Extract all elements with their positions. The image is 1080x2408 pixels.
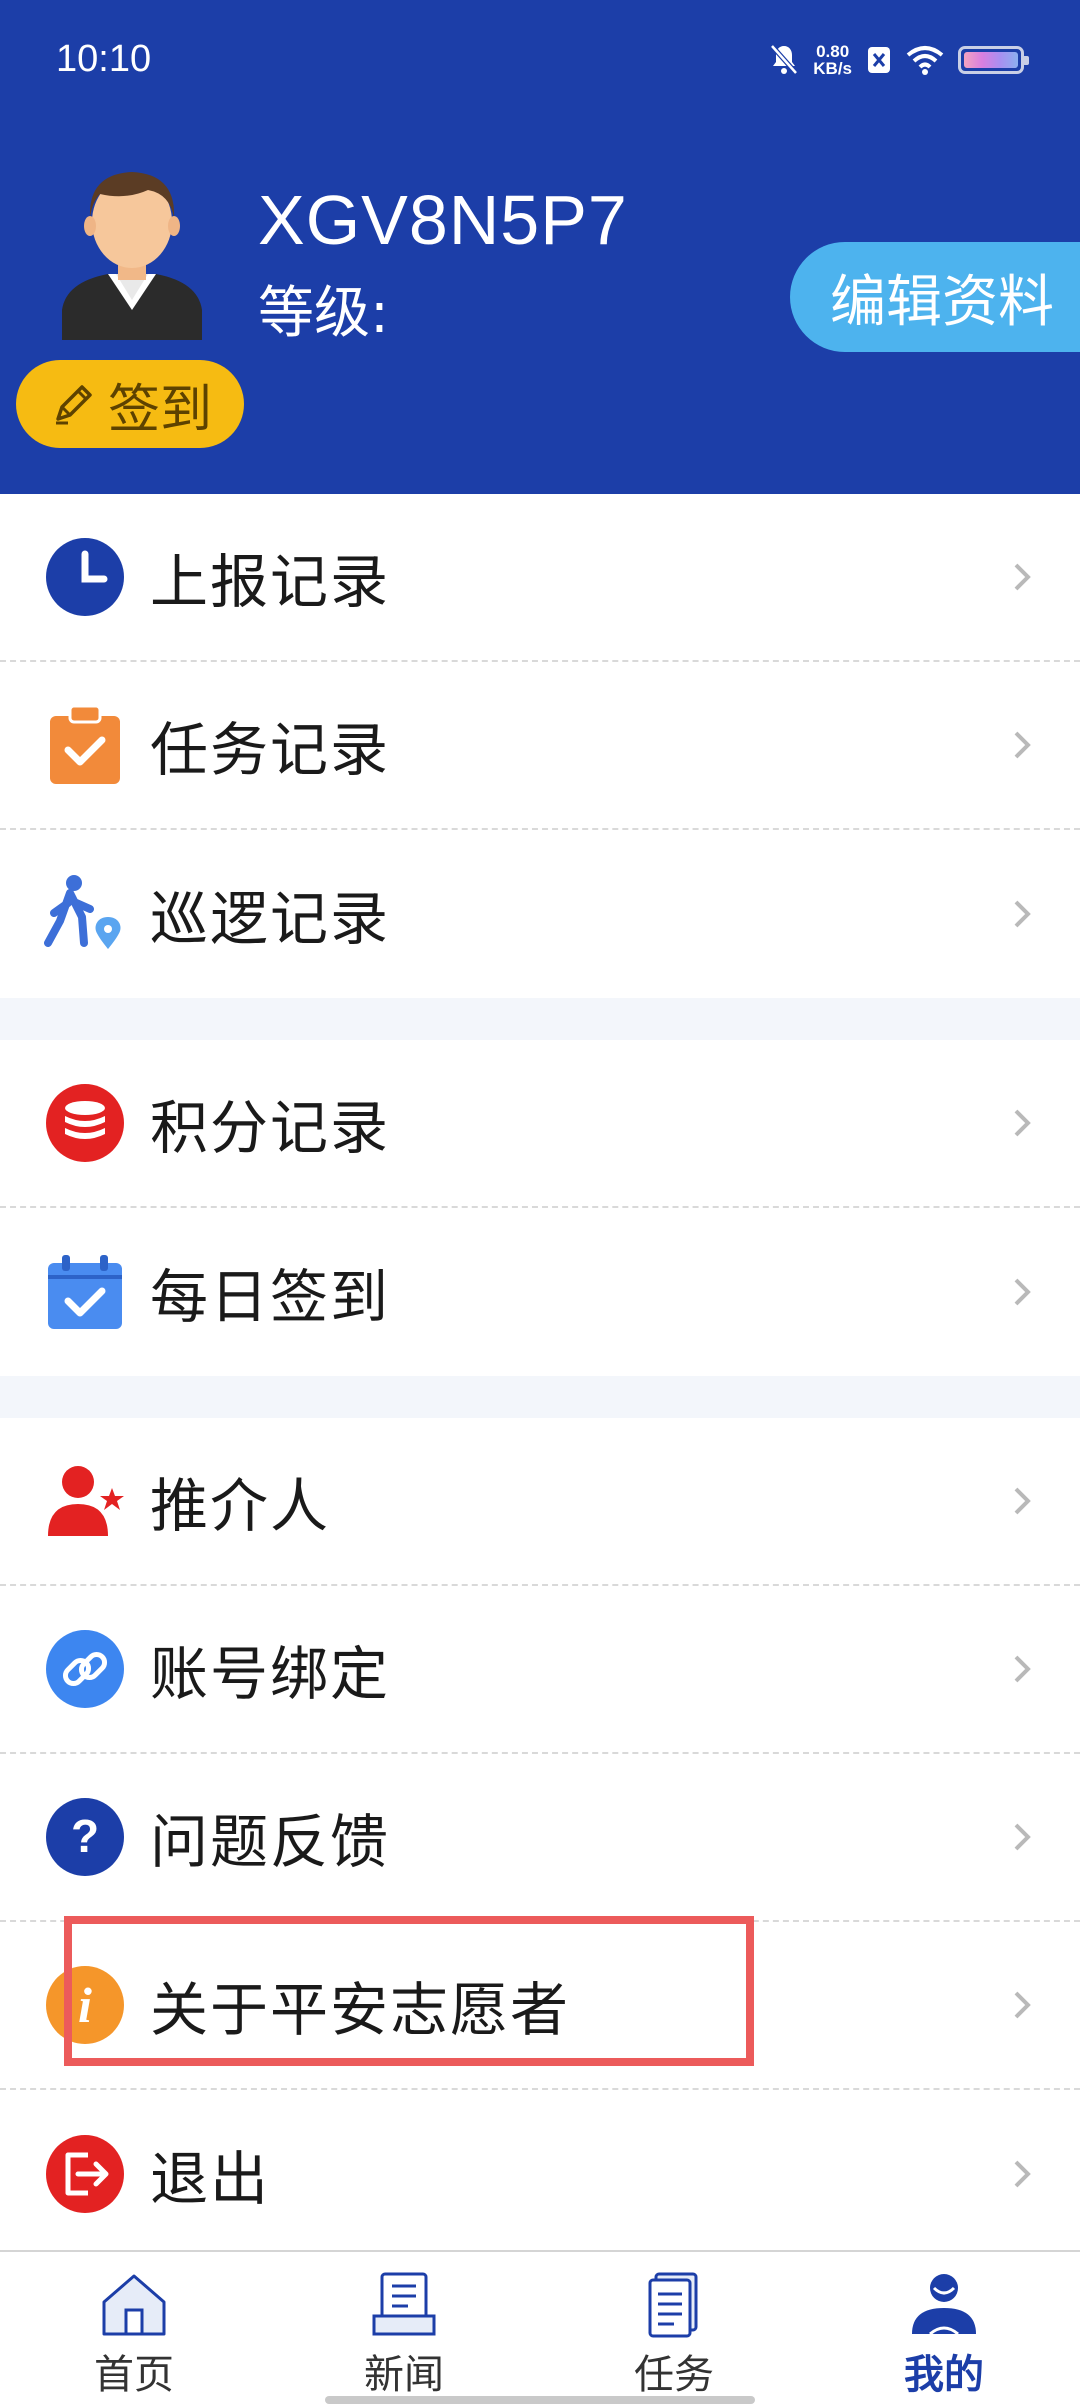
menu-item-task-records[interactable]: 任务记录 — [0, 662, 1080, 830]
username: XGV8N5P7 — [258, 181, 628, 259]
group-divider — [0, 998, 1080, 1040]
clock-icon — [46, 538, 124, 616]
battery-icon — [958, 46, 1029, 74]
menu-item-label: 巡逻记录 — [150, 885, 391, 953]
menu-item-label: 账号绑定 — [150, 1640, 391, 1708]
tab-label: 我的 — [904, 2352, 984, 2398]
menu-item-account-binding[interactable]: 账号绑定 — [0, 1586, 1080, 1754]
chevron-right-icon — [1014, 1655, 1031, 1683]
level-label: 等级: — [258, 281, 389, 346]
tab-home[interactable]: 首页 — [64, 2270, 204, 2400]
clipboard-check-icon — [50, 704, 120, 784]
pencil-icon — [55, 385, 92, 425]
tab-label: 首页 — [94, 2352, 174, 2398]
coin-stack-icon — [46, 1084, 124, 1162]
chevron-right-icon — [1014, 1823, 1031, 1851]
chevron-right-icon — [1014, 900, 1031, 928]
menu-item-label: 上报记录 — [150, 548, 391, 616]
status-icons: 0.80 KB/s — [769, 42, 1029, 78]
tab-label: 新闻 — [364, 2352, 444, 2398]
menu-item-report-records[interactable]: 上报记录 — [0, 494, 1080, 662]
chevron-right-icon — [1014, 2160, 1031, 2188]
calendar-check-icon — [48, 1255, 122, 1329]
group-divider — [0, 1376, 1080, 1418]
info-icon: i — [46, 1966, 124, 2044]
news-icon — [372, 2272, 436, 2336]
question-icon: ? — [46, 1798, 124, 1876]
app-screen: { "status_bar": { "time": "10:10", "spee… — [0, 0, 1080, 2408]
chevron-right-icon — [1014, 1109, 1031, 1137]
chevron-right-icon — [1014, 1487, 1031, 1515]
user-star-icon — [48, 1466, 124, 1536]
status-bar: 10:10 0.80 KB/s — [0, 0, 1080, 102]
menu-item-about[interactable]: i 关于平安志愿者 — [0, 1922, 1080, 2090]
tab-news[interactable]: 新闻 — [334, 2270, 474, 2400]
checkin-label: 签到 — [107, 379, 212, 440]
link-icon — [46, 1630, 124, 1708]
menu-list: 上报记录 任务记录 巡逻记录 积分记录 每日签到 推介人 账号绑定 ? 问题反馈… — [0, 494, 1080, 2258]
menu-item-daily-checkin[interactable]: 每日签到 — [0, 1208, 1080, 1376]
sim-x-icon — [868, 47, 890, 73]
tab-label: 任务 — [634, 2352, 714, 2398]
chevron-right-icon — [1014, 1278, 1031, 1306]
chevron-right-icon — [1014, 1991, 1031, 2019]
menu-item-feedback[interactable]: ? 问题反馈 — [0, 1754, 1080, 1922]
menu-item-referrer[interactable]: 推介人 — [0, 1418, 1080, 1586]
menu-item-label: 积分记录 — [150, 1094, 391, 1162]
svg-text:?: ? — [71, 1810, 99, 1862]
avatar — [62, 172, 202, 340]
wifi-icon — [906, 46, 944, 75]
status-time: 10:10 — [56, 38, 152, 80]
menu-item-label: 推介人 — [150, 1472, 331, 1540]
chevron-right-icon — [1014, 563, 1031, 591]
menu-item-logout[interactable]: 退出 — [0, 2090, 1080, 2258]
logout-icon — [46, 2135, 124, 2213]
network-speed: 0.80 KB/s — [813, 43, 852, 77]
profile-icon — [912, 2274, 976, 2336]
chevron-right-icon — [1014, 731, 1031, 759]
mute-bell-icon — [770, 44, 799, 75]
profile-header: XGV8N5P7 等级: 编辑资料 签到 — [0, 102, 1080, 494]
menu-item-label: 关于平安志愿者 — [150, 1976, 571, 2044]
home-icon — [102, 2274, 166, 2336]
menu-item-label: 任务记录 — [150, 716, 391, 784]
bottom-nav: 首页 新闻 任务 我的 — [0, 2250, 1080, 2408]
task-icon — [648, 2272, 698, 2338]
home-indicator[interactable] — [325, 2396, 755, 2404]
edit-profile-button[interactable]: 编辑资料 — [790, 242, 1080, 352]
menu-item-label: 退出 — [150, 2145, 271, 2213]
menu-item-label: 问题反馈 — [150, 1808, 391, 1876]
network-speed-unit: KB/s — [813, 59, 852, 78]
checkin-button[interactable]: 签到 — [16, 360, 244, 448]
patrol-walker-icon — [44, 875, 121, 949]
svg-text:i: i — [78, 1977, 92, 2033]
tab-task[interactable]: 任务 — [604, 2270, 744, 2400]
tab-mine[interactable]: 我的 — [874, 2270, 1014, 2400]
menu-item-points-records[interactable]: 积分记录 — [0, 1040, 1080, 1208]
menu-item-patrol-records[interactable]: 巡逻记录 — [0, 830, 1080, 998]
menu-item-label: 每日签到 — [150, 1263, 391, 1331]
network-speed-value: 0.80 — [816, 42, 850, 61]
